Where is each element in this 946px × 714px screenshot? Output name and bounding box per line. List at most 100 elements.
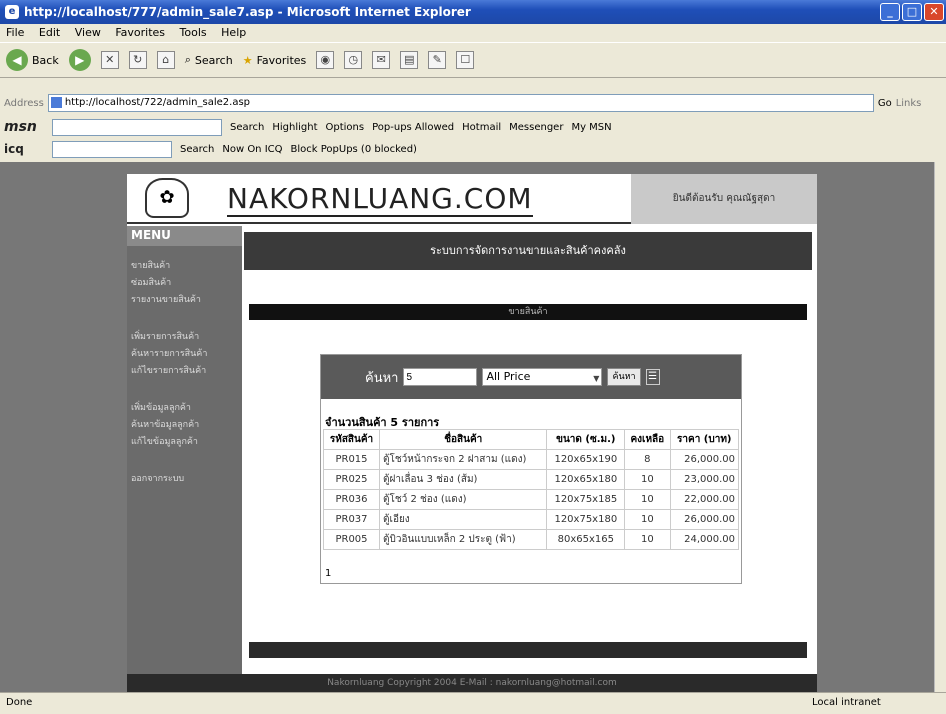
cell-price: 26,000.00 [669,449,739,470]
cell-size: 120x65x180 [546,469,626,490]
history-icon[interactable]: ◷ [344,51,363,69]
page-viewport: ✿ NAKORNLUANG.COM ยินดีต้อนรับ คุณณัฐสุด… [0,162,934,692]
menu-favorites[interactable]: Favorites [115,26,165,39]
sidebar-item-search-product[interactable]: ค้นหารายการสินค้า [127,346,242,363]
sidebar-item-logout[interactable]: ออกจากระบบ [127,471,242,488]
sidebar-item-sell[interactable]: ขายสินค้า [127,258,242,275]
menu-file[interactable]: File [6,26,24,39]
minimize-button[interactable]: _ [880,3,900,21]
cell-price: 24,000.00 [669,529,739,550]
star-icon: ★ [242,53,253,67]
sidebar-item-edit-product[interactable]: แก้ไขรายการสินค้า [127,363,242,380]
cell-name: ตู้โชว์ 2 ช่อง (แดง) [379,489,548,510]
search-button[interactable]: ค้นหา [607,368,641,386]
menu-tools[interactable]: Tools [180,26,207,39]
sidebar-item-add-product[interactable]: เพิ่มรายการสินค้า [127,329,242,346]
price-select[interactable]: All Price ▼ [482,368,603,386]
toolbar: ◀ Back ▶ ✕ ↻ ⌂ ⌕ Search ★ Favorites ◉ ◷ ✉ ▤… [0,42,946,78]
cell-code: PR025 [322,469,381,490]
table-row[interactable]: PR037 ตู้เอียง 120x75x180 10 26,000.00 [322,509,739,530]
msn-search-button[interactable]: Search [230,122,264,133]
cell-name: ตู้ฝาเลื่อน 3 ช่อง (ส้ม) [379,469,548,490]
cell-code: PR037 [322,509,381,530]
col-code: รหัสสินค้า [322,429,381,450]
back-button[interactable]: ◀ Back [6,49,59,71]
page-icon [50,97,62,108]
stop-icon[interactable]: ✕ [100,51,119,69]
popups-button[interactable]: Pop-ups Allowed [372,122,454,133]
site-logo-icon: ✿ [145,178,189,218]
menu-edit[interactable]: Edit [39,26,60,39]
cell-name: ตู้บิวอินแบบเหล็ก 2 ประตู (ฟ้า) [379,529,548,550]
forward-button[interactable]: ▶ [68,49,91,71]
search-button[interactable]: ⌕ Search [185,53,233,67]
edit-icon[interactable]: ✎ [428,51,447,69]
msn-logo: msn [4,119,37,135]
section-title: ขายสินค้า [249,304,807,320]
sidebar-item-sales-report[interactable]: รายงานขายสินค้า [127,292,242,309]
search-panel: ค้นหา All Price▼ ค้นหา ☰ จำนวนสินค้า 5 ร… [320,354,742,584]
sidebar-item-edit-customer[interactable]: แก้ไขข้อมูลลูกค้า [127,434,242,451]
cell-price: 23,000.00 [669,469,739,490]
icq-toolbar: icq Search Now On ICQ Block PopUps (0 bl… [0,138,946,160]
mymsn-button[interactable]: My MSN [571,122,611,133]
cell-code: PR015 [322,449,381,470]
hotmail-button[interactable]: Hotmail [462,122,501,133]
main-content: ระบบการจัดการงานขายและสินค้าคงคลัง ขายสิ… [244,232,812,692]
messenger-button[interactable]: Messenger [509,122,563,133]
site-header: ✿ NAKORNLUANG.COM ยินดีต้อนรับ คุณณัฐสุด… [127,174,817,224]
back-arrow-icon: ◀ [6,49,28,71]
welcome-text: ยินดีต้อนรับ คุณณัฐสุดา [631,174,817,224]
go-button[interactable]: Go [878,98,892,109]
col-price: ราคา (บาท) [669,429,739,450]
icq-now-button[interactable]: Now On ICQ [222,144,282,155]
cell-size: 120x65x190 [546,449,626,470]
copyright-text: Nakornluang Copyright 2004 E-Mail : nako… [127,674,817,692]
vertical-scrollbar[interactable] [934,162,946,692]
print-icon[interactable]: ▤ [400,51,419,69]
close-button[interactable]: ✕ [924,3,944,21]
icq-search-button[interactable]: Search [180,144,214,155]
refresh-icon[interactable]: ↻ [128,51,147,69]
options-button[interactable]: Options [326,122,365,133]
cell-stock: 8 [624,449,671,470]
icq-search-input[interactable] [52,140,172,158]
msn-search-input[interactable] [52,118,222,136]
discuss-icon[interactable]: ☐ [456,51,475,69]
menu-view[interactable]: View [75,26,101,39]
icq-logo: icq [4,142,24,156]
mail-icon[interactable]: ✉ [372,51,391,69]
table-row[interactable]: PR015 ตู้โชว์หน้ากระจก 2 ฝาสาม (แดง) 120… [322,449,739,470]
sidebar-item-repair[interactable]: ซ่อมสินค้า [127,275,242,292]
block-popups-button[interactable]: Block PopUps (0 blocked) [291,144,417,155]
maximize-button[interactable]: □ [902,3,922,21]
window-title: http://localhost/777/admin_sale7.asp - M… [24,5,471,19]
search-label: ค้นหา [365,370,399,386]
highlight-button[interactable]: Highlight [272,122,317,133]
menu-heading: MENU [127,226,242,246]
title-bar: e http://localhost/777/admin_sale7.asp -… [0,0,946,24]
media-icon[interactable]: ◉ [316,51,335,69]
browser-window: e http://localhost/777/admin_sale7.asp -… [0,0,946,714]
address-input[interactable]: http://localhost/722/admin_sale2.asp [47,94,874,112]
col-size: ขนาด (ซ.ม.) [546,429,626,450]
links-button[interactable]: Links [896,98,922,109]
table-header-row: รหัสสินค้า ชื่อสินค้า ขนาด (ซ.ม.) คงเหลื… [322,429,739,450]
home-icon[interactable]: ⌂ [156,51,175,69]
sidebar-item-search-customer[interactable]: ค้นหาข้อมูลลูกค้า [127,417,242,434]
chevron-down-icon: ▼ [593,374,600,383]
list-icon[interactable]: ☰ [645,369,660,385]
table-row[interactable]: PR005 ตู้บิวอินแบบเหล็ก 2 ประตู (ฟ้า) 80… [322,529,739,550]
search-input[interactable] [403,368,478,386]
table-row[interactable]: PR025 ตู้ฝาเลื่อน 3 ช่อง (ส้ม) 120x65x18… [322,469,739,490]
favorites-button[interactable]: ★ Favorites [243,54,307,67]
sidebar-item-add-customer[interactable]: เพิ่มข้อมูลลูกค้า [127,400,242,417]
menu-help[interactable]: Help [221,26,246,39]
table-row[interactable]: PR036 ตู้โชว์ 2 ช่อง (แดง) 120x75x185 10… [322,489,739,510]
cell-stock: 10 [624,509,671,530]
cell-code: PR005 [322,529,381,550]
site-name: NAKORNLUANG.COM [227,182,533,217]
product-table: รหัสสินค้า ชื่อสินค้า ขนาด (ซ.ม.) คงเหลื… [322,429,739,550]
cell-name: ตู้โชว์หน้ากระจก 2 ฝาสาม (แดง) [379,449,548,470]
page-link[interactable]: 1 [325,568,331,579]
